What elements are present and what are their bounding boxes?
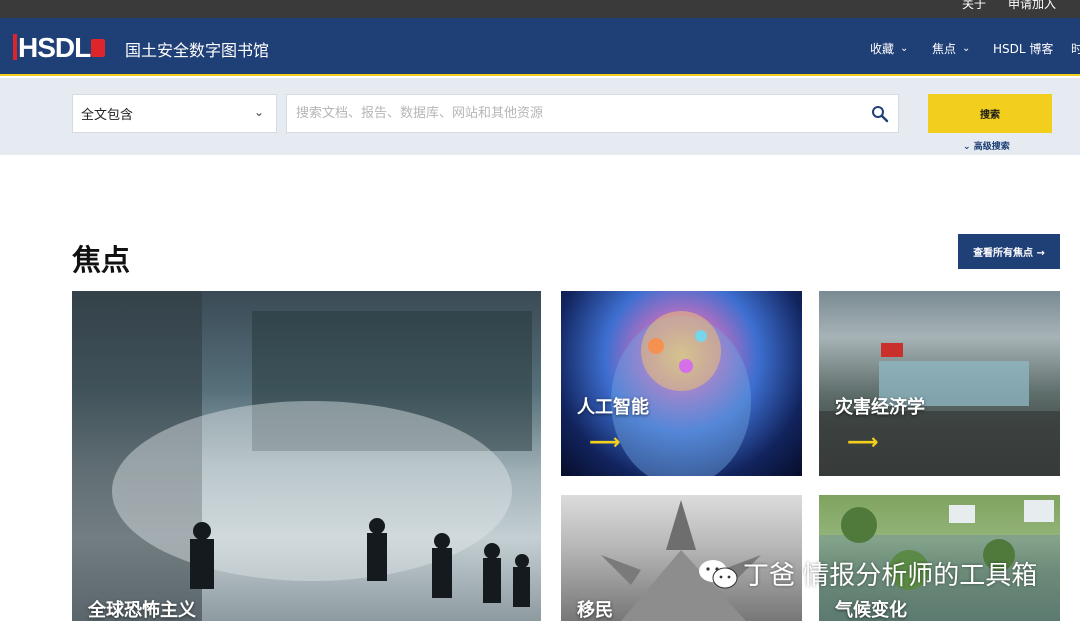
wechat-watermark: 丁爸 情报分析师的工具箱: [697, 555, 1037, 592]
search-scope-value: 全文包含: [81, 108, 134, 123]
site-title[interactable]: 国土安全数字图书馆: [125, 37, 269, 61]
card-image: [72, 291, 532, 621]
arrow-right-icon: ⟶: [589, 430, 621, 455]
arrow-right-icon: ⟶: [847, 430, 879, 455]
site-header: HSDL 国土安全数字图书馆 收藏 ⌄ 焦点 ⌄ HSDL 博客 时: [0, 18, 1080, 76]
section-title: 焦点: [72, 243, 131, 277]
nav-label: HSDL 博客: [993, 42, 1054, 56]
logo-seal-icon: [91, 39, 106, 57]
card-label: 全球恐怖主义: [88, 600, 196, 621]
advanced-search-link[interactable]: ⌄ 高级搜索: [963, 139, 1010, 152]
chevron-down-icon: ⌄: [900, 43, 909, 54]
logo-text: HSDL: [18, 32, 91, 63]
nav-label: 时: [1071, 42, 1080, 56]
card-label: 灾害经济学: [835, 397, 925, 418]
search-scope-select[interactable]: 全文包含 ⌄: [72, 94, 277, 133]
chevron-down-icon: ⌄: [963, 142, 971, 152]
watermark-text: 丁爸 情报分析师的工具箱: [743, 561, 1038, 591]
focus-card-terrorism[interactable]: 全球恐怖主义: [72, 291, 541, 621]
about-link[interactable]: 关于: [962, 0, 986, 12]
focus-card-disaster-economics[interactable]: 灾害经济学 ⟶: [819, 291, 1060, 476]
nav-label: 收藏: [870, 42, 895, 56]
join-link[interactable]: 申请加入: [1008, 0, 1056, 12]
search-band: 全文包含 ⌄ 搜索 ⌄ 高级搜索: [0, 78, 1080, 155]
card-label: 人工智能: [577, 397, 649, 418]
search-button[interactable]: 搜索: [928, 94, 1052, 133]
nav-item-collections[interactable]: 收藏 ⌄: [870, 40, 908, 57]
advanced-search-label: 高级搜索: [973, 142, 1010, 152]
search-input[interactable]: [286, 94, 899, 133]
nav-item-focus[interactable]: 焦点 ⌄: [932, 40, 970, 57]
card-label: 移民: [577, 600, 613, 621]
wechat-icon: [699, 559, 738, 588]
hsdl-logo[interactable]: HSDL: [13, 32, 106, 63]
card-label: 气候变化: [835, 600, 907, 621]
focus-card-ai[interactable]: 人工智能 ⟶: [561, 291, 802, 476]
nav-item-blog[interactable]: HSDL 博客: [993, 40, 1053, 57]
search-icon[interactable]: [871, 105, 889, 123]
nav-item-truncated[interactable]: 时: [1071, 40, 1080, 57]
utility-bar: 关于 申请加入: [0, 0, 1080, 18]
view-all-focus-button[interactable]: 查看所有焦点 →: [958, 234, 1060, 269]
chevron-down-icon: ⌄: [962, 43, 971, 54]
nav-label: 焦点: [932, 42, 957, 56]
chevron-down-icon: ⌄: [253, 105, 264, 119]
